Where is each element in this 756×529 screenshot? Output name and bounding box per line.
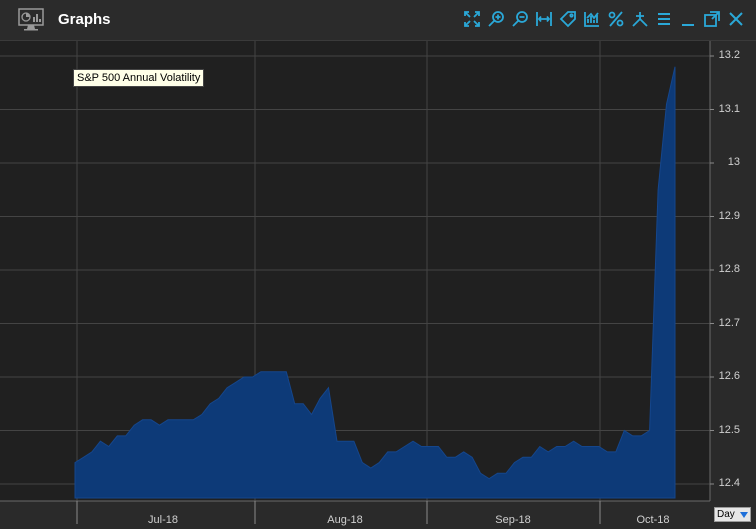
tag-icon[interactable] [558,9,578,29]
x-tick-label: Sep-18 [495,514,531,526]
x-tick-label: Oct-18 [636,514,670,526]
indicator-icon[interactable] [630,9,650,29]
fullscreen-icon[interactable] [462,9,482,29]
period-value: Day [717,509,735,520]
minimize-icon[interactable] [678,9,698,29]
chevron-down-icon [740,512,748,518]
monitor-chart-icon [18,8,44,31]
fit-width-icon[interactable] [534,9,554,29]
x-tick-label: Jul-18 [148,514,178,526]
close-icon[interactable] [726,9,746,29]
y-tick-label: 12.8 [718,263,740,275]
volatility-chart [0,41,756,529]
y-tick-label: 12.5 [718,423,740,436]
window-title: Graphs [58,11,111,28]
title-bar: Graphs [0,0,756,41]
zoom-in-icon[interactable] [486,9,506,29]
chart-title: S&P 500 Annual Volatility [73,69,205,87]
zoom-out-icon[interactable] [510,9,530,29]
y-tick-label: 13.1 [718,102,740,115]
toolbar [462,9,746,31]
y-tick-label: 12.4 [718,477,740,489]
y-tick-label: 12.7 [718,316,740,329]
y-tick-label: 12.6 [718,370,740,382]
period-select[interactable]: Day [714,507,751,522]
y-tick-label: 13 [727,156,740,168]
popout-icon[interactable] [702,9,722,29]
menu-icon[interactable] [654,9,674,29]
chart-type-icon[interactable] [582,9,602,29]
x-tick-label: Aug-18 [327,514,363,526]
y-tick-label: 13.2 [718,49,740,61]
y-tick-label: 12.9 [718,209,740,222]
percent-icon[interactable] [606,9,626,29]
